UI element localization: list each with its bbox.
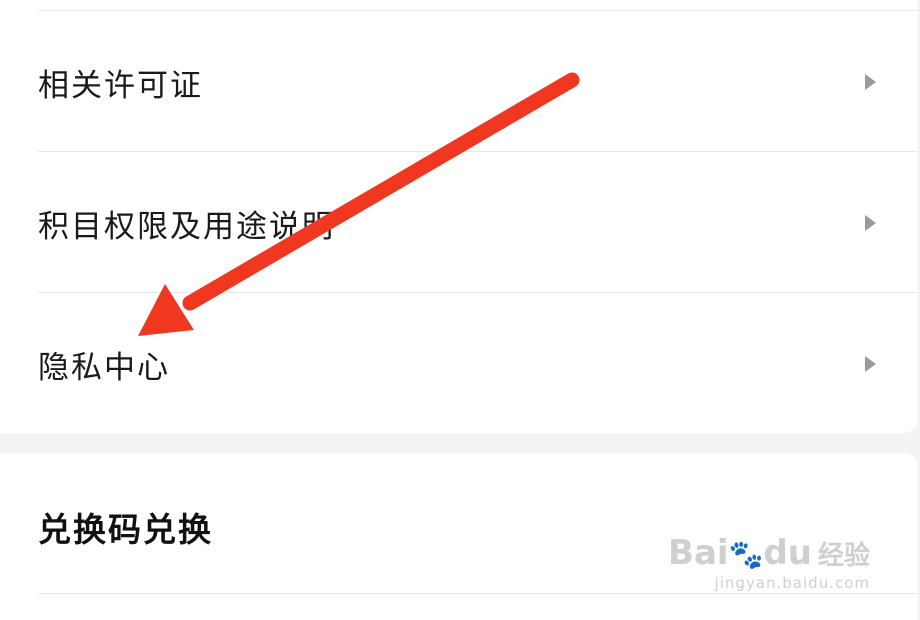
- chevron-right-icon: [865, 74, 876, 90]
- baidu-watermark: Bai🐾du 经验 jingyan.baidu.com: [668, 536, 870, 591]
- watermark-brand-end: du: [763, 533, 812, 573]
- divider: [38, 10, 918, 11]
- divider: [38, 292, 918, 293]
- menu-item-label: 隐私中心: [38, 349, 170, 386]
- divider: [38, 151, 918, 152]
- watermark-brand-cn: 经验: [817, 541, 870, 571]
- chevron-right-icon: [865, 215, 876, 231]
- settings-card: 相关许可证 积目权限及用途说明 隐私中心: [0, 0, 918, 433]
- menu-item-permissions[interactable]: 积目权限及用途说明: [0, 153, 918, 293]
- menu-item-licenses[interactable]: 相关许可证: [0, 12, 918, 152]
- watermark-site: jingyan.baidu.com: [714, 574, 870, 592]
- redeem-code-item[interactable]: 兑换码兑换: [38, 503, 213, 551]
- watermark-brand: Bai: [668, 533, 729, 573]
- chevron-right-icon: [865, 356, 876, 372]
- paw-icon: 🐾: [728, 538, 764, 571]
- menu-item-label: 相关许可证: [38, 67, 203, 104]
- menu-item-privacy-center[interactable]: 隐私中心: [0, 294, 918, 434]
- menu-item-label: 积目权限及用途说明: [38, 208, 335, 245]
- divider: [38, 593, 918, 594]
